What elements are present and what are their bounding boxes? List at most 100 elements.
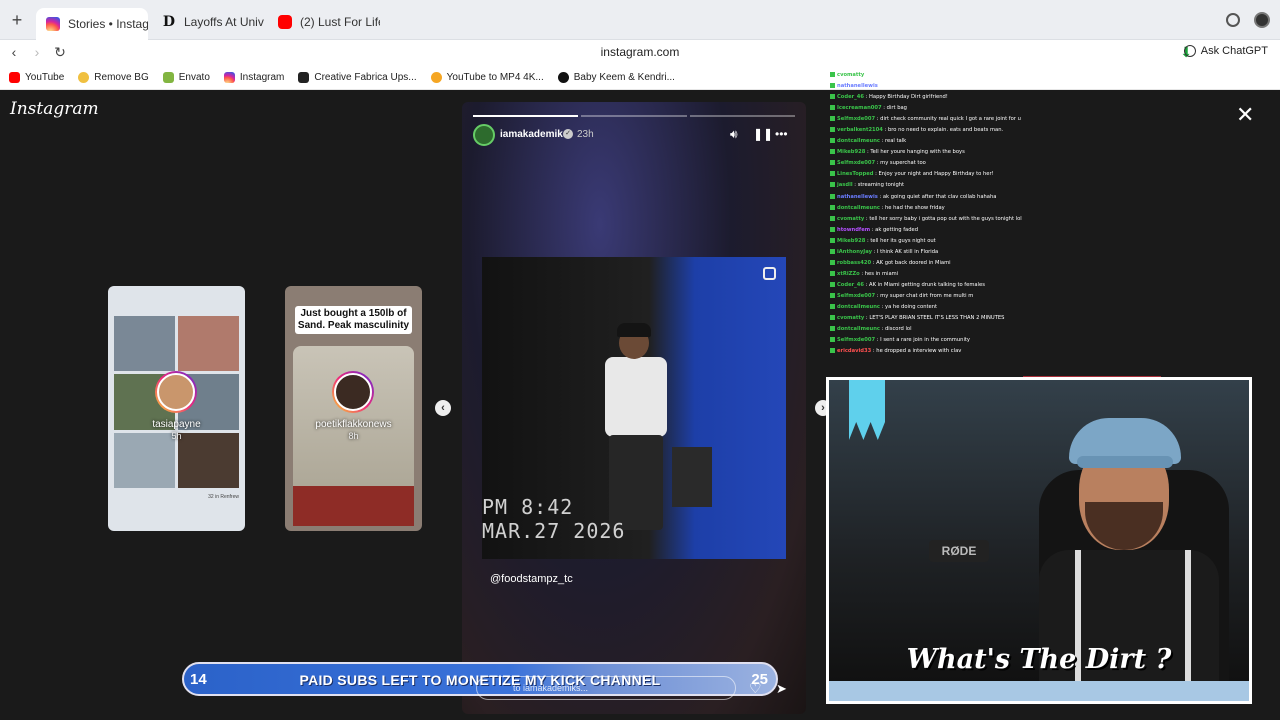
bookmark-youtube-mp4[interactable]: YouTube to MP4 4K...: [430, 72, 544, 83]
story-preview-tasiapayne[interactable]: 32 in Renfrew tasiapayne 5h: [108, 286, 245, 531]
bookmark-instagram[interactable]: Instagram: [223, 72, 284, 83]
stream-chat: cvomatty : making her do dishes on her b…: [830, 70, 1270, 372]
chat-text: streaming tonight: [857, 182, 905, 189]
chat-text: AK got back doored in Miami: [876, 259, 951, 266]
bookmark-remove-bg[interactable]: Remove BG: [78, 72, 149, 83]
story-preview-poetikflakkonews[interactable]: Just bought a 150lb of Sand. Peak mascul…: [285, 286, 422, 531]
chat-text: he dropped a interview with clav: [876, 348, 962, 355]
preview-username: tasiapayne: [152, 419, 201, 430]
chat-badge-icon: [830, 259, 835, 265]
converter-icon: [430, 72, 442, 83]
active-story[interactable]: iamakademiks ✓ 23h 🔊︎ ❚❚ ••• PM 8:42 MAR…: [462, 102, 806, 714]
volume-icon[interactable]: 🔊︎: [730, 127, 738, 142]
chat-text: bro no need to explain. eats and beats m…: [887, 127, 1004, 134]
cap-brim: [1077, 456, 1173, 468]
bookmark-baby-keem[interactable]: Baby Keem & Kendri...: [557, 72, 675, 83]
chat-message: dontcallmeunc : discord lol: [830, 324, 1270, 335]
tab-label: Layoffs At Universal: [184, 15, 264, 29]
chat-username: dontcallmeunc: [837, 326, 880, 333]
chat-username: cvomatty: [837, 72, 865, 78]
tab-bar: + Stories • Instagra D Layoffs At Univer…: [0, 0, 1280, 40]
story-mention[interactable]: @foodstampz_tc: [490, 573, 573, 585]
tab-instagram-stories[interactable]: Stories • Instagra: [36, 8, 148, 40]
chat-badge-icon: [830, 292, 835, 298]
chat-username: Icecreaman007: [837, 105, 882, 112]
chat-text: Enjoy your night and Happy Birthday to h…: [878, 171, 994, 178]
chat-text: discord lol: [885, 326, 912, 333]
previous-story-icon[interactable]: ‹: [435, 400, 451, 416]
bookmark-label: Creative Fabrica Ups...: [314, 72, 417, 83]
new-tab-button[interactable]: +: [9, 11, 25, 29]
chat-username: cvomatty: [837, 315, 865, 322]
chat-message: Selfmxde007 : dirt check community real …: [830, 114, 1270, 125]
ask-chatgpt-label: Ask ChatGPT: [1200, 45, 1268, 57]
timestamp-time: PM 8:42: [482, 495, 574, 519]
curtain-shape: [849, 380, 885, 440]
chat-message: iAnthonyJay : I think AK still in Florid…: [830, 247, 1270, 258]
instagram-icon: [46, 17, 60, 31]
profile-avatar[interactable]: [1254, 12, 1270, 28]
cart-image: [293, 486, 414, 526]
show-logo: What's The Dirt ?: [906, 644, 1172, 675]
tab-layoffs[interactable]: D Layoffs At Universal: [152, 8, 264, 36]
chat-badge-icon: [830, 204, 835, 210]
chat-username: Mikeb928: [837, 237, 866, 244]
webcam-overlay: RØDE What's The Dirt ?: [826, 377, 1252, 704]
story-progress: [473, 115, 795, 117]
chat-text: ak getting faded: [875, 226, 919, 233]
chat-username: jasdll: [837, 182, 853, 189]
story-username[interactable]: iamakademiks: [500, 129, 568, 140]
bookmark-envato[interactable]: Envato: [162, 72, 210, 83]
ask-chatgpt-button[interactable]: Ask ChatGPT: [1183, 45, 1268, 57]
pause-icon[interactable]: ❚❚: [753, 127, 773, 141]
youtube-icon: [278, 15, 292, 29]
story-video: PM 8:42 MAR.27 2026: [482, 257, 786, 559]
chat-username: Selfmxde007: [837, 337, 876, 344]
bookmark-label: Envato: [178, 72, 210, 83]
preview-username: poetikflakkonews: [315, 419, 392, 430]
reply-input[interactable]: to iamakademiks...: [476, 676, 736, 700]
chat-message: Mikeb928 : Tell her youre hanging with t…: [830, 147, 1270, 158]
chat-message: cvomatty : making her do dishes on her b…: [830, 70, 1270, 81]
chat-text: hes in miami: [864, 270, 899, 277]
remove-bg-icon: [78, 72, 90, 83]
music-icon: [557, 72, 569, 83]
chat-text: he had the show friday: [885, 204, 945, 211]
send-icon[interactable]: ➤: [776, 681, 787, 697]
chat-username: dontcallmeunc: [837, 204, 880, 211]
creative-fabrica-icon: [298, 72, 310, 83]
chat-username: Selfmxde007: [837, 160, 876, 167]
chat-username: iAnthonyJay: [837, 248, 872, 255]
instagram-logo[interactable]: Instagram: [10, 99, 99, 119]
search-tabs-icon[interactable]: [1226, 13, 1240, 27]
d-letter-icon: D: [162, 14, 176, 30]
envato-icon: [162, 72, 174, 83]
chat-badge-icon: [830, 171, 835, 177]
chat-message: Selfmxde007 : my super chat dirt from me…: [830, 291, 1270, 302]
chat-message: ericdavid33 : he dropped a interview wit…: [830, 346, 1270, 357]
bookmark-creative-fabrica[interactable]: Creative Fabrica Ups...: [298, 72, 417, 83]
chat-message: robbass420 : AK got back doored in Miami: [830, 258, 1270, 269]
tab-lust-for-life[interactable]: (2) Lust For Life - Yo: [268, 8, 380, 36]
chat-message: dontcallmeunc : ya he doing content: [830, 302, 1270, 313]
chat-badge-icon: [830, 270, 835, 276]
url-field[interactable]: instagram.com: [0, 45, 1280, 59]
bookmark-youtube[interactable]: YouTube: [9, 72, 64, 83]
chat-text: I think AK still in Florida: [877, 248, 939, 255]
chat-message: cvomatty : LET'S PLAY BRIAN STEEL IT'S L…: [830, 313, 1270, 324]
chat-text: real talk: [885, 138, 907, 145]
heart-icon[interactable]: ♡: [749, 680, 762, 697]
tab-label: (2) Lust For Life - Yo: [300, 15, 380, 29]
more-options-icon[interactable]: •••: [775, 127, 788, 141]
preview-age: 8h: [348, 431, 359, 441]
chat-text: my superchat too: [880, 160, 926, 167]
chat-badge-icon: [830, 160, 835, 166]
chat-username: Mikeb928: [837, 149, 866, 156]
chat-message: nathanellewis : ak going quiet after tha…: [830, 192, 1270, 203]
chat-message: dontcallmeunc : real talk: [830, 136, 1270, 147]
avatar[interactable]: [473, 124, 495, 146]
chat-badge-icon: [830, 138, 835, 144]
chat-message: xtRiZZo : hes in miami: [830, 269, 1270, 280]
chat-username: Selfmxde007: [837, 292, 876, 299]
chat-username: LinesTopped: [837, 171, 874, 178]
